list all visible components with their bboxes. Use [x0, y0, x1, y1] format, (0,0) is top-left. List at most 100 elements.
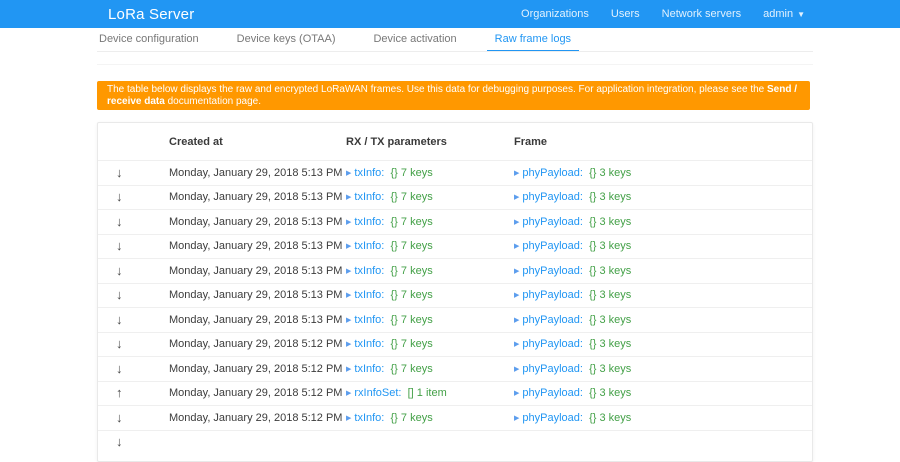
- expand-triangle-icon[interactable]: ▶: [514, 194, 519, 201]
- expand-triangle-icon[interactable]: ▶: [514, 415, 519, 422]
- json-key[interactable]: phyPayload:: [522, 240, 583, 252]
- json-summary: 3 keys: [599, 240, 631, 252]
- direction-cell: ↓: [98, 335, 169, 353]
- tab-device-activation[interactable]: Device activation: [371, 29, 458, 51]
- table-row: ↓Monday, January 29, 2018 5:13 PM▶txInfo…: [98, 234, 812, 259]
- nav-network-servers[interactable]: Network servers: [662, 8, 741, 20]
- json-key[interactable]: txInfo:: [354, 289, 384, 301]
- expand-triangle-icon[interactable]: ▶: [346, 170, 351, 177]
- expand-triangle-icon[interactable]: ▶: [346, 366, 351, 373]
- nav-admin-menu[interactable]: admin▼: [763, 8, 805, 20]
- direction-cell: ↓: [98, 286, 169, 304]
- nav-users[interactable]: Users: [611, 8, 640, 20]
- table-header-row: Created at RX / TX parameters Frame: [98, 123, 812, 160]
- rx-tx-parameters-cell: ▶txInfo: {} 7 keys: [346, 167, 514, 179]
- frame-cell: ▶phyPayload: {} 3 keys: [514, 338, 682, 350]
- frame-cell: ▶phyPayload: {} 3 keys: [514, 216, 682, 228]
- json-key[interactable]: phyPayload:: [522, 167, 583, 179]
- json-key[interactable]: txInfo:: [354, 363, 384, 375]
- frame-cell: ▶phyPayload: {} 3 keys: [514, 191, 682, 203]
- expand-triangle-icon[interactable]: ▶: [346, 268, 351, 275]
- arrow-down-icon: ↓: [116, 287, 123, 302]
- json-summary: 3 keys: [599, 289, 631, 301]
- json-key[interactable]: txInfo:: [354, 338, 384, 350]
- created-at-cell: Monday, January 29, 2018 5:13 PM: [169, 265, 346, 277]
- json-key[interactable]: phyPayload:: [522, 289, 583, 301]
- json-bracket: {}: [589, 265, 596, 277]
- expand-triangle-icon[interactable]: ▶: [346, 292, 351, 299]
- json-summary: 7 keys: [401, 289, 433, 301]
- json-key[interactable]: txInfo:: [354, 265, 384, 277]
- json-bracket: {}: [390, 338, 397, 350]
- json-key[interactable]: txInfo:: [354, 314, 384, 326]
- frame-cell: ▶phyPayload: {} 3 keys: [514, 314, 682, 326]
- expand-triangle-icon[interactable]: ▶: [346, 390, 351, 397]
- frame-cell: ▶phyPayload: {} 3 keys: [514, 412, 682, 424]
- tab-device-configuration[interactable]: Device configuration: [97, 29, 201, 51]
- column-header-rx-tx: RX / TX parameters: [346, 136, 514, 148]
- arrow-up-icon: ↑: [116, 385, 123, 400]
- expand-triangle-icon[interactable]: ▶: [346, 219, 351, 226]
- json-bracket: {}: [589, 363, 596, 375]
- column-header-frame: Frame: [514, 136, 682, 148]
- expand-triangle-icon[interactable]: ▶: [514, 170, 519, 177]
- json-key[interactable]: phyPayload:: [522, 387, 583, 399]
- expand-triangle-icon[interactable]: ▶: [346, 341, 351, 348]
- json-key[interactable]: phyPayload:: [522, 314, 583, 326]
- tab-device-keys-otaa[interactable]: Device keys (OTAA): [235, 29, 338, 51]
- content-top-divider: [97, 64, 813, 65]
- expand-triangle-icon[interactable]: ▶: [514, 243, 519, 250]
- expand-triangle-icon[interactable]: ▶: [514, 341, 519, 348]
- json-bracket: {}: [390, 289, 397, 301]
- expand-triangle-icon[interactable]: ▶: [514, 390, 519, 397]
- json-summary: 3 keys: [599, 191, 631, 203]
- json-key[interactable]: phyPayload:: [522, 265, 583, 277]
- arrow-down-icon: ↓: [116, 312, 123, 327]
- expand-triangle-icon[interactable]: ▶: [346, 243, 351, 250]
- rx-tx-parameters-cell: ▶txInfo: {} 7 keys: [346, 289, 514, 301]
- json-key[interactable]: txInfo:: [354, 216, 384, 228]
- json-summary: 7 keys: [401, 167, 433, 179]
- expand-triangle-icon[interactable]: ▶: [346, 415, 351, 422]
- column-header-created-at: Created at: [169, 136, 346, 148]
- json-key[interactable]: phyPayload:: [522, 363, 583, 375]
- table-row: ↓Monday, January 29, 2018 5:13 PM▶txInfo…: [98, 160, 812, 185]
- json-key[interactable]: txInfo:: [354, 191, 384, 203]
- expand-triangle-icon[interactable]: ▶: [346, 194, 351, 201]
- json-bracket: []: [408, 387, 414, 399]
- expand-triangle-icon[interactable]: ▶: [514, 366, 519, 373]
- json-bracket: {}: [390, 216, 397, 228]
- json-key[interactable]: phyPayload:: [522, 412, 583, 424]
- table-row: ↓Monday, January 29, 2018 5:13 PM▶txInfo…: [98, 258, 812, 283]
- json-summary: 7 keys: [401, 363, 433, 375]
- json-bracket: {}: [589, 289, 596, 301]
- json-key[interactable]: txInfo:: [354, 412, 384, 424]
- expand-triangle-icon[interactable]: ▶: [514, 292, 519, 299]
- json-bracket: {}: [390, 314, 397, 326]
- rx-tx-parameters-cell: ▶txInfo: {} 7 keys: [346, 265, 514, 277]
- json-summary: 3 keys: [599, 265, 631, 277]
- expand-triangle-icon[interactable]: ▶: [346, 317, 351, 324]
- expand-triangle-icon[interactable]: ▶: [514, 317, 519, 324]
- json-key[interactable]: phyPayload:: [522, 191, 583, 203]
- json-bracket: {}: [390, 265, 397, 277]
- arrow-down-icon: ↓: [116, 410, 123, 425]
- json-summary: 3 keys: [599, 363, 631, 375]
- table-row: ↓Monday, January 29, 2018 5:12 PM▶txInfo…: [98, 356, 812, 381]
- created-at-cell: Monday, January 29, 2018 5:13 PM: [169, 314, 346, 326]
- expand-triangle-icon[interactable]: ▶: [514, 268, 519, 275]
- json-key[interactable]: rxInfoSet:: [354, 387, 401, 399]
- created-at-cell: Monday, January 29, 2018 5:12 PM: [169, 338, 346, 350]
- nav-organizations[interactable]: Organizations: [521, 8, 589, 20]
- expand-triangle-icon[interactable]: ▶: [514, 219, 519, 226]
- json-key[interactable]: txInfo:: [354, 167, 384, 179]
- json-key[interactable]: txInfo:: [354, 240, 384, 252]
- created-at-cell: Monday, January 29, 2018 5:13 PM: [169, 289, 346, 301]
- json-summary: 1 item: [417, 387, 447, 399]
- json-summary: 3 keys: [599, 387, 631, 399]
- tab-raw-frame-logs[interactable]: Raw frame logs: [493, 29, 573, 51]
- json-key[interactable]: phyPayload:: [522, 216, 583, 228]
- direction-cell: ↓: [98, 360, 169, 378]
- json-bracket: {}: [390, 191, 397, 203]
- json-key[interactable]: phyPayload:: [522, 338, 583, 350]
